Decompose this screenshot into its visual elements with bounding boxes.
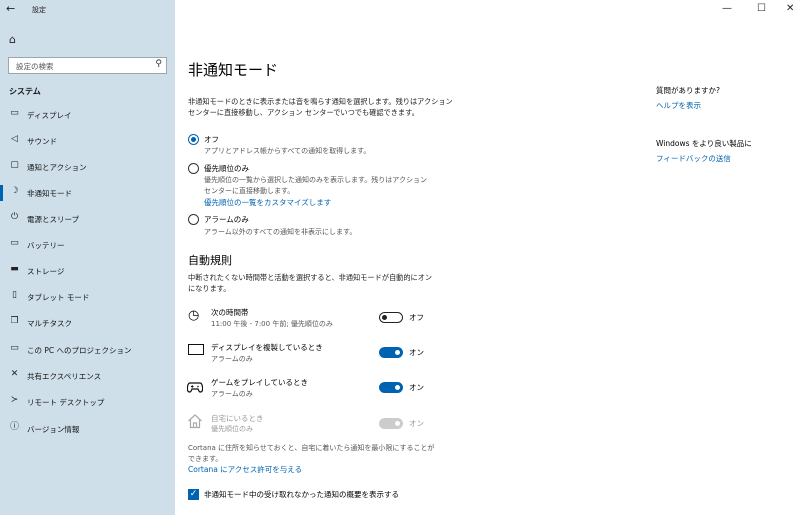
radio-priority-desc-2: センターに直接移動します。 (204, 187, 295, 195)
sidebar-item-label: ディスプレイ (27, 111, 72, 120)
page-description-2: センターに直接移動し、アクション センターでいつでも確認できます。 (188, 108, 419, 117)
sidebar-item-shared[interactable]: ✕ 共有エクスペリエンス (0, 363, 175, 389)
shared-icon: ✕ (10, 369, 19, 379)
feedback-heading: Windows をより良い製品に (656, 139, 752, 148)
page-description: 非通知モードのときに表示または音を鳴らす通知を選択します。残りはアクション (188, 97, 453, 106)
display-icon: ▭ (10, 108, 19, 118)
summary-checkbox[interactable]: ✓ (188, 489, 199, 500)
sidebar-item-label: この PC へのプロジェクション (27, 346, 132, 355)
auto-rules-desc-2: になります。 (188, 284, 231, 293)
rule-display-desc: アラームのみ (211, 355, 253, 363)
rule-home-label: 自宅にいるとき (211, 414, 264, 423)
projection-icon: ▭ (10, 343, 19, 353)
auto-rules-desc: 中断されたくない時間帯と活動を選択すると、非通知モードが自動的にオン (188, 273, 433, 282)
search-placeholder: 設定の検索 (16, 62, 54, 71)
rule-schedule-state: オフ (409, 313, 424, 322)
rule-schedule-label[interactable]: 次の時間帯 (211, 307, 249, 318)
help-heading: 質問がありますか? (656, 86, 720, 95)
sidebar-item-notifications[interactable]: ▢ 通知とアクション (0, 154, 175, 180)
sidebar-item-remote[interactable]: ≻ リモート デスクトップ (0, 389, 175, 415)
rule-display-label[interactable]: ディスプレイを複製しているとき (211, 342, 323, 353)
radio-alarms-only[interactable] (188, 214, 199, 225)
help-link[interactable]: ヘルプを表示 (656, 100, 701, 111)
rule-home-state: オン (409, 419, 424, 428)
sidebar-item-quiet-hours[interactable]: ☽ 非通知モード (0, 180, 175, 206)
storage-icon: ▬ (10, 264, 19, 274)
sidebar-item-label: 非通知モード (27, 189, 72, 198)
sidebar-item-label: 電源とスリープ (27, 215, 80, 224)
section-header: システム (9, 87, 41, 96)
multitask-icon: ❐ (10, 316, 19, 326)
radio-priority-label[interactable]: 優先順位のみ (204, 163, 249, 174)
speaker-icon: ◁ (11, 134, 18, 144)
rule-game-desc: アラームのみ (211, 390, 253, 398)
search-input[interactable]: 設定の検索 ⚲ (8, 57, 167, 74)
radio-off-label[interactable]: オフ (204, 134, 219, 145)
rule-schedule-desc: 11:00 午後 - 7:00 午前; 優先順位のみ (211, 320, 333, 328)
window-title: 設定 (32, 6, 46, 14)
sidebar-item-about[interactable]: ⓘ バージョン情報 (0, 416, 175, 442)
remote-icon: ≻ (10, 395, 19, 405)
main-content: 非通知モード 非通知モードのときに表示または音を鳴らす通知を選択します。残りはア… (175, 0, 800, 515)
rule-game-toggle[interactable] (379, 382, 403, 393)
moon-icon: ☽ (10, 186, 19, 196)
power-icon: ⏻ (10, 212, 19, 222)
radio-alarms-label[interactable]: アラームのみ (204, 214, 249, 225)
home-icon (188, 414, 202, 429)
home-icon[interactable]: ⌂ (9, 33, 16, 46)
sidebar-item-projection[interactable]: ▭ この PC へのプロジェクション (0, 337, 175, 363)
radio-alarms-desc: アラーム以外のすべての通知を非表示にします。 (204, 228, 357, 236)
customize-priority-link[interactable]: 優先順位の一覧をカスタマイズします (204, 197, 331, 208)
monitor-icon (188, 344, 204, 355)
sidebar-item-multitask[interactable]: ❐ マルチタスク (0, 310, 175, 336)
sidebar-item-battery[interactable]: ▭ バッテリー (0, 232, 175, 258)
rule-display-state: オン (409, 348, 424, 357)
radio-off-desc: アプリとアドレス帳からすべての通知を取得します。 (204, 147, 371, 155)
rule-schedule-toggle[interactable] (379, 312, 403, 323)
sidebar-item-label: リモート デスクトップ (27, 398, 105, 407)
sidebar-item-power[interactable]: ⏻ 電源とスリープ (0, 206, 175, 232)
sidebar-item-label: タブレット モード (27, 293, 90, 302)
radio-priority-only[interactable] (188, 163, 199, 174)
search-icon[interactable]: ⚲ (155, 59, 162, 69)
auto-rules-heading: 自動規則 (188, 254, 232, 267)
sidebar-item-label: バッテリー (27, 241, 65, 250)
rule-display-toggle[interactable] (379, 347, 403, 358)
sidebar-item-label: サウンド (27, 137, 57, 146)
sidebar: ⌂ 設定の検索 ⚲ システム ▭ ディスプレイ ◁ サウンド ▢ 通知とアクショ… (0, 0, 175, 515)
battery-icon: ▭ (10, 238, 19, 248)
feedback-link[interactable]: フィードバックの送信 (656, 153, 731, 164)
rule-game-label[interactable]: ゲームをプレイしているとき (211, 377, 308, 388)
sidebar-item-label: ストレージ (27, 267, 65, 276)
sidebar-item-label: 通知とアクション (27, 163, 87, 172)
page-title: 非通知モード (188, 61, 279, 79)
cortana-desc-2: できます。 (188, 455, 223, 463)
tablet-icon: ▯ (12, 290, 17, 300)
gamepad-icon (187, 382, 203, 393)
sidebar-item-sound[interactable]: ◁ サウンド (0, 128, 175, 154)
radio-priority-desc: 優先順位の一覧から選択した通知のみを表示します。残りはアクション (204, 176, 427, 184)
cortana-permission-link[interactable]: Cortana にアクセス許可を与える (188, 464, 302, 475)
sidebar-item-display[interactable]: ▭ ディスプレイ (0, 102, 175, 128)
sidebar-item-storage[interactable]: ▬ ストレージ (0, 258, 175, 284)
notification-icon: ▢ (10, 160, 19, 170)
clock-icon: ◷ (188, 308, 200, 323)
summary-checkbox-label[interactable]: 非通知モード中の受け取れなかった通知の概要を表示する (204, 489, 399, 500)
rule-home-toggle (379, 418, 403, 429)
rule-home-desc: 優先順位のみ (211, 425, 253, 433)
radio-off[interactable] (188, 134, 199, 145)
sidebar-item-label: バージョン情報 (27, 425, 80, 434)
info-icon: ⓘ (9, 422, 19, 432)
rule-game-state: オン (409, 383, 424, 392)
cortana-desc: Cortana に住所を知らせておくと、自宅に着いたら通知を最小限にすることが (188, 444, 435, 452)
sidebar-item-tablet[interactable]: ▯ タブレット モード (0, 284, 175, 310)
back-arrow-icon[interactable]: ← (6, 2, 15, 15)
sidebar-item-label: 共有エクスペリエンス (27, 372, 102, 381)
sidebar-item-label: マルチタスク (27, 319, 72, 328)
